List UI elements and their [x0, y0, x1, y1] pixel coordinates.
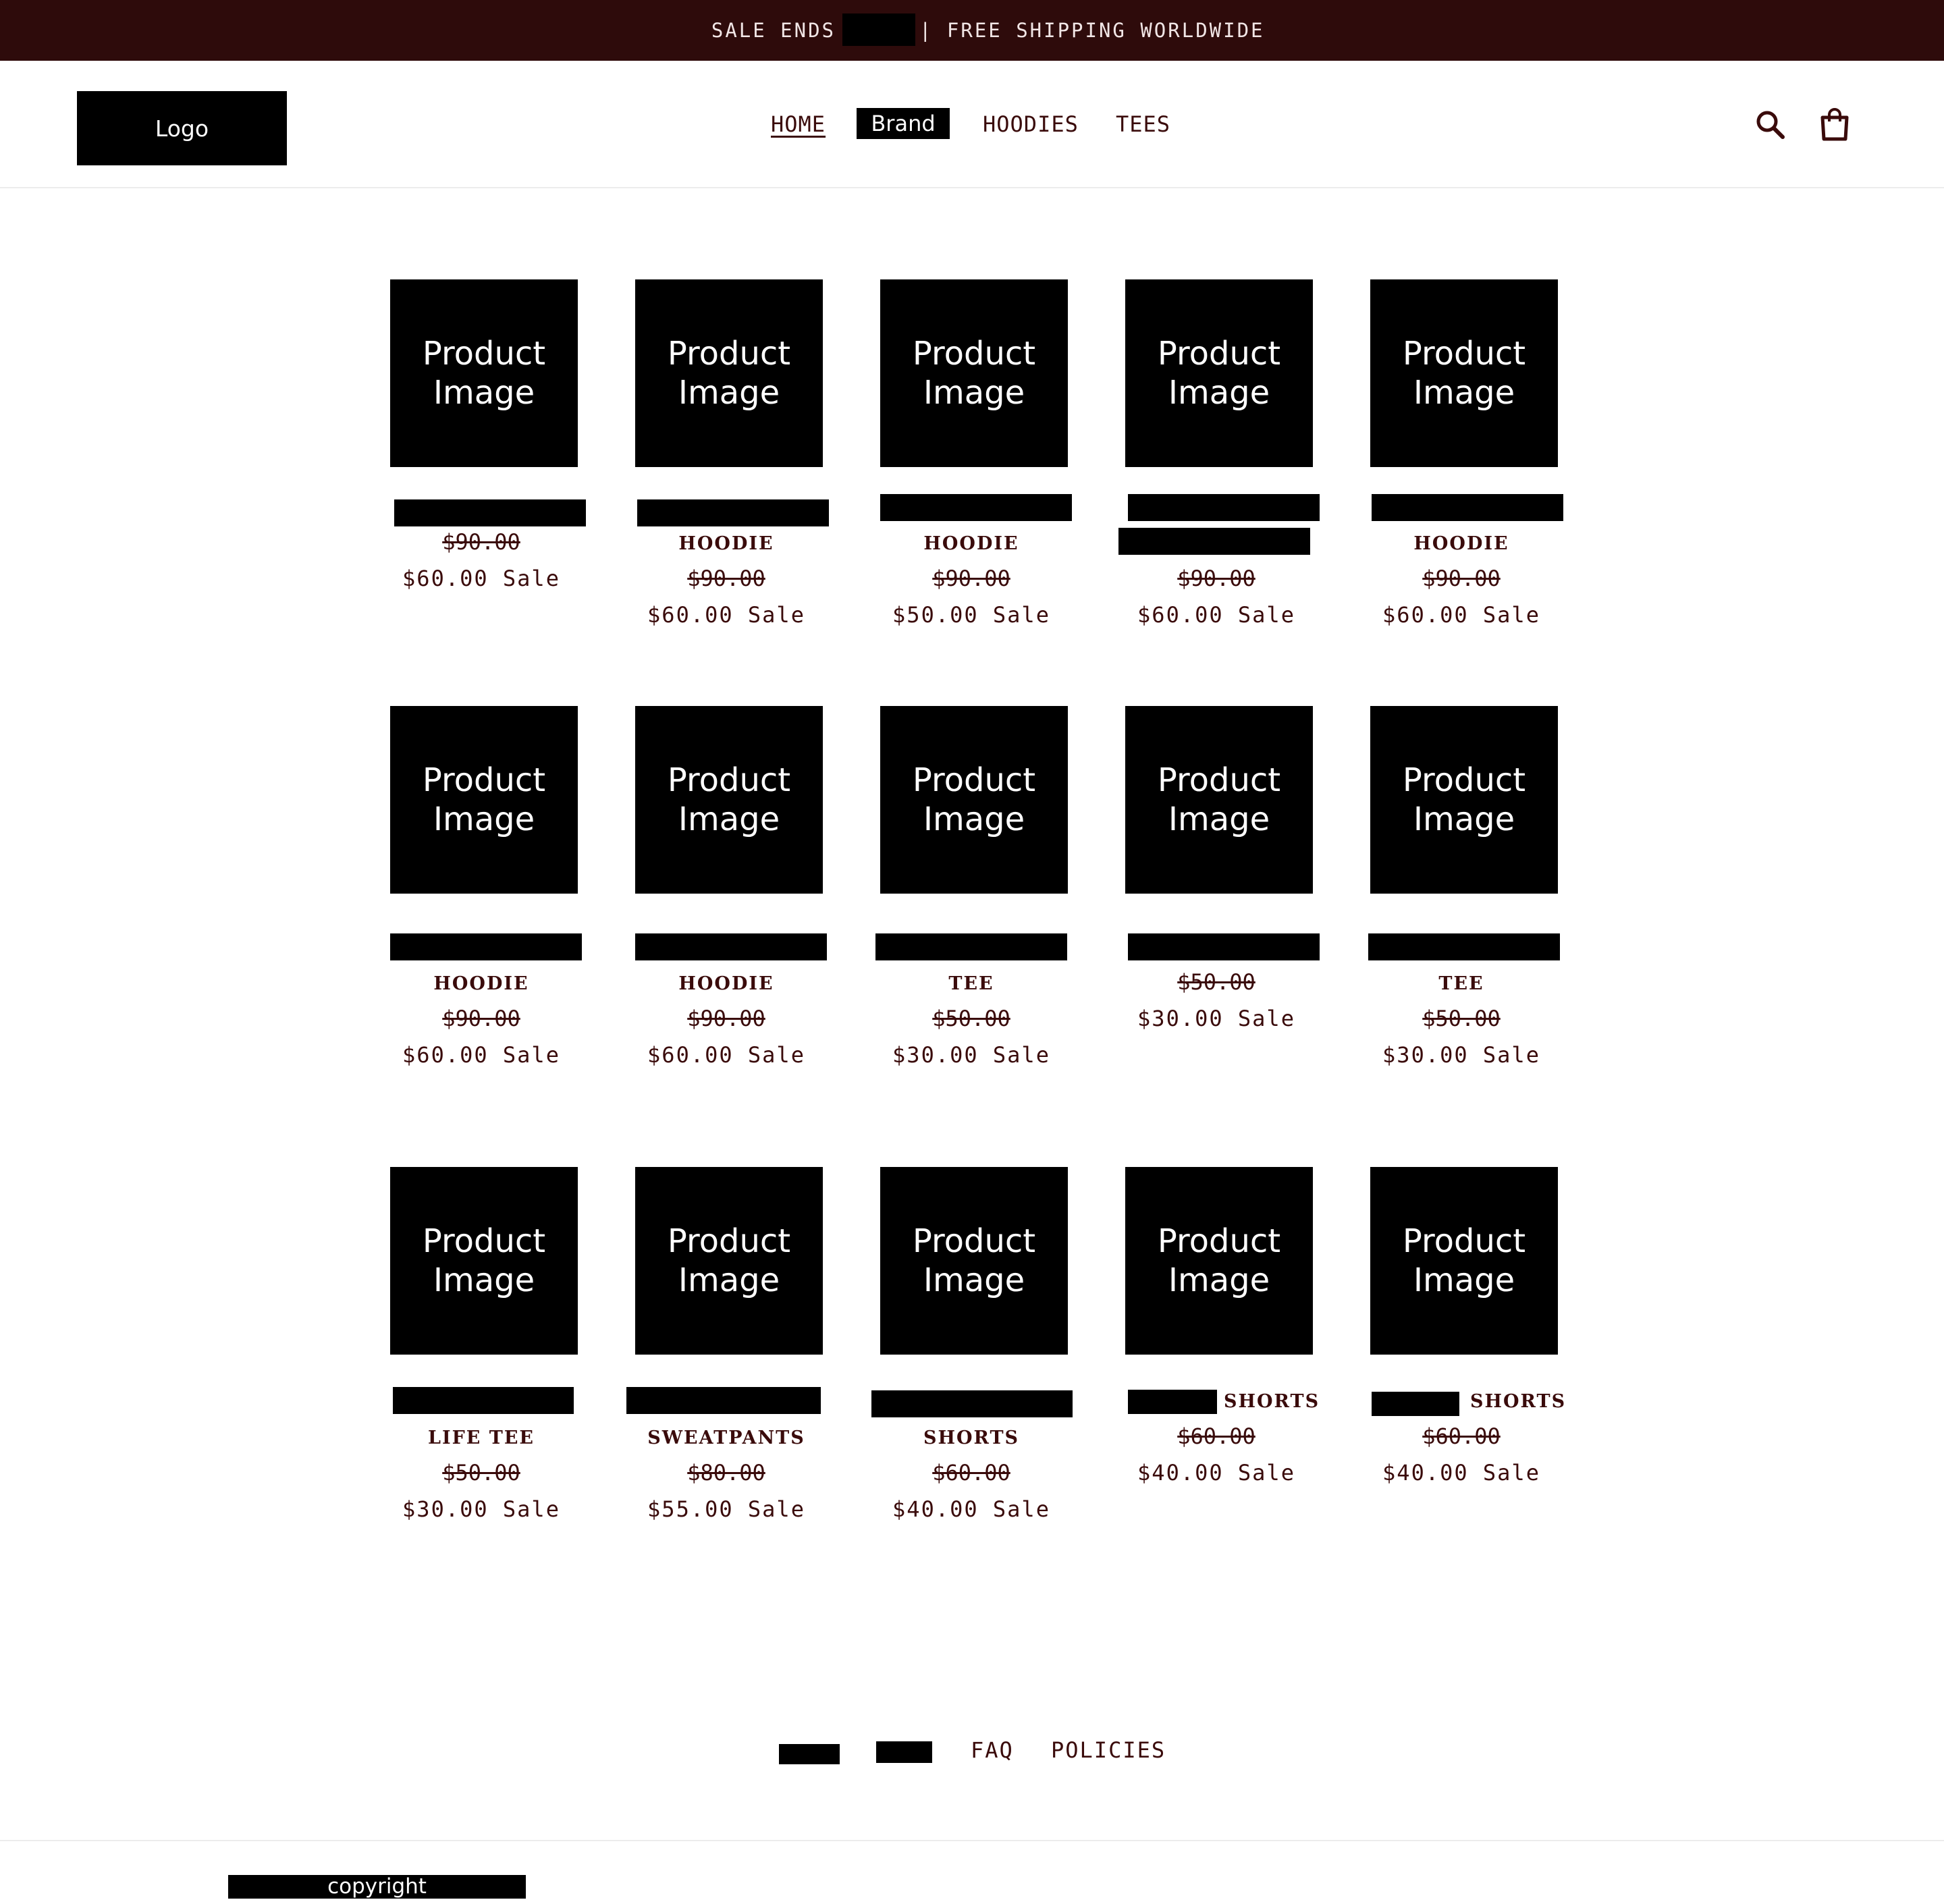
redacted-product-title	[637, 499, 829, 526]
sale-price: $60.00 Sale	[1137, 602, 1295, 628]
product-image[interactable]: Product Image	[1370, 279, 1558, 467]
product-image[interactable]: Product Image	[1125, 706, 1313, 894]
copyright-text: copyright	[228, 1875, 526, 1899]
product-image[interactable]: Product Image	[390, 706, 578, 894]
product-name: HOODIE	[678, 973, 774, 994]
sale-price: $60.00 Sale	[402, 566, 560, 591]
sale-price: $60.00 Sale	[402, 1042, 560, 1068]
sale-price: $30.00 Sale	[1382, 1042, 1540, 1068]
original-price: $50.00	[1422, 1006, 1501, 1031]
redacted-product-title	[1128, 933, 1320, 960]
product-name: SHORTS	[923, 1427, 1020, 1448]
product-name: TEE	[1438, 973, 1484, 994]
product-image[interactable]: Product Image	[880, 706, 1068, 894]
sale-price: $60.00 Sale	[1382, 602, 1540, 628]
nav-home[interactable]: HOME	[771, 108, 826, 140]
original-price: $50.00	[932, 1006, 1010, 1031]
nav-brand[interactable]: Brand	[857, 108, 950, 139]
redacted-product-title	[875, 933, 1067, 960]
sale-price: $50.00 Sale	[892, 602, 1050, 628]
product-name: TEE	[948, 973, 994, 994]
redacted-product-title	[393, 1387, 574, 1414]
product-name: HOODIE	[923, 533, 1019, 554]
search-button[interactable]	[1751, 105, 1789, 143]
product-image[interactable]: Product Image	[635, 1167, 823, 1355]
sale-price: $30.00 Sale	[892, 1042, 1050, 1068]
original-price: $90.00	[687, 1006, 765, 1031]
product-image[interactable]: Product Image	[635, 279, 823, 467]
redacted-footer-link[interactable]	[876, 1741, 932, 1763]
redacted-product-title	[1368, 933, 1560, 960]
redacted-product-title	[880, 494, 1072, 521]
original-price: $50.00	[1177, 969, 1256, 995]
product-name: SWEATPANTS	[647, 1427, 805, 1448]
product-image[interactable]: Product Image	[1370, 706, 1558, 894]
product-name: SHORTS	[1470, 1391, 1567, 1412]
redacted-product-subtitle	[1118, 528, 1310, 555]
redacted-product-title	[635, 933, 827, 960]
sale-price: $30.00 Sale	[402, 1496, 560, 1522]
announcement-shipping-text: | FREE SHIPPING WORLDWIDE	[919, 19, 1265, 42]
redacted-product-title	[626, 1387, 821, 1414]
original-price: $60.00	[932, 1460, 1010, 1486]
original-price: $50.00	[442, 1460, 520, 1486]
product-name: HOODIE	[678, 533, 774, 554]
product-image[interactable]: Product Image	[1370, 1167, 1558, 1355]
shopping-bag-icon	[1820, 108, 1849, 141]
original-price: $60.00	[1177, 1423, 1256, 1449]
original-price: $90.00	[1422, 566, 1501, 591]
footer-link-policies[interactable]: POLICIES	[1051, 1737, 1166, 1763]
footer-link-faq[interactable]: FAQ	[971, 1737, 1014, 1763]
original-price: $90.00	[932, 566, 1010, 591]
product-name: HOODIE	[1413, 533, 1509, 554]
original-price: $90.00	[687, 566, 765, 591]
sale-price: $30.00 Sale	[1137, 1006, 1295, 1031]
header-divider	[0, 187, 1944, 188]
sale-price: $40.00 Sale	[1137, 1460, 1295, 1486]
redacted-countdown	[842, 13, 915, 46]
redacted-product-title	[1372, 1392, 1459, 1416]
original-price: $80.00	[687, 1460, 765, 1486]
sale-price: $40.00 Sale	[1382, 1460, 1540, 1486]
product-image[interactable]: Product Image	[880, 1167, 1068, 1355]
sale-price: $60.00 Sale	[647, 602, 805, 628]
redacted-product-title	[871, 1390, 1073, 1417]
original-price: $90.00	[1177, 566, 1256, 591]
product-image[interactable]: Product Image	[880, 279, 1068, 467]
product-image[interactable]: Product Image	[1125, 1167, 1313, 1355]
nav-hoodies[interactable]: HOODIES	[983, 108, 1079, 140]
logo[interactable]: Logo	[77, 91, 287, 165]
sale-price: $60.00 Sale	[647, 1042, 805, 1068]
product-image[interactable]: Product Image	[635, 706, 823, 894]
product-name: LIFE TEE	[427, 1427, 535, 1448]
redacted-footer-link[interactable]	[779, 1744, 840, 1764]
redacted-product-title	[390, 933, 582, 960]
original-price: $90.00	[442, 1006, 520, 1031]
product-name: SHORTS	[1224, 1391, 1320, 1412]
original-price: $60.00	[1422, 1423, 1501, 1449]
product-image[interactable]: Product Image	[390, 1167, 578, 1355]
original-price: $90.00	[442, 529, 520, 555]
announcement-bar: SALE ENDS | FREE SHIPPING WORLDWIDE	[0, 0, 1944, 61]
announcement-sale-text: SALE ENDS	[711, 19, 836, 42]
redacted-product-title	[1128, 494, 1320, 521]
redacted-product-title	[1372, 494, 1563, 521]
sale-price: $55.00 Sale	[647, 1496, 805, 1522]
footer-divider	[0, 1840, 1944, 1841]
search-icon	[1756, 111, 1785, 139]
redacted-product-title	[1128, 1390, 1217, 1414]
redacted-product-title	[394, 499, 586, 526]
sale-price: $40.00 Sale	[892, 1496, 1050, 1522]
product-image[interactable]: Product Image	[1125, 279, 1313, 467]
nav-tees[interactable]: TEES	[1116, 108, 1170, 140]
cart-button[interactable]	[1816, 105, 1854, 143]
product-name: HOODIE	[433, 973, 529, 994]
product-image[interactable]: Product Image	[390, 279, 578, 467]
